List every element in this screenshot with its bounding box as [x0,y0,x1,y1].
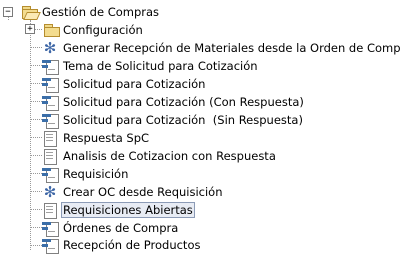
tree-node-label: Requisición [63,167,129,181]
form-icon [42,95,59,111]
document-icon [42,203,58,219]
tree-node-label: Tema de Solicitud para Cotización [63,59,258,73]
tree-node-label: Solicitud para Cotización (Sin Respuesta… [63,113,303,127]
tree-node-label: Configuración [63,23,143,37]
folder-open-icon [22,6,41,20]
tree-node-respuesta-spc[interactable]: Respuesta SpC [0,129,400,147]
tree-node-label: Gestión de Compras [42,5,160,19]
tree-node-label: Generar Recepción de Materiales desde la… [63,41,400,55]
tree-node-tema-solicitud[interactable]: Tema de Solicitud para Cotización [0,57,400,75]
tree-node-label: Requisiciones Abiertas [61,202,195,218]
form-icon [42,59,59,75]
folder-icon [44,24,60,37]
tree-node-label: Solicitud para Cotización (Con Respuesta… [63,95,304,109]
tree-node-requisiciones-abiertas[interactable]: Requisiciones Abiertas [0,201,400,219]
document-icon [42,131,58,147]
tree-node-configuracion[interactable]: + Configuración [0,21,400,39]
tree-node-recepcion-productos[interactable]: Recepción de Productos [0,236,400,254]
form-icon [42,113,59,129]
expand-toggle[interactable]: + [25,24,35,34]
tree-node-crear-oc[interactable]: ✻ Crear OC desde Requisición [0,183,400,201]
tree-node-solicitud-cotizacion[interactable]: Solicitud para Cotización [0,75,400,93]
tree-node-solicitud-sin-respuesta[interactable]: Solicitud para Cotización (Sin Respuesta… [0,111,400,129]
document-icon [42,149,58,165]
gear-icon: ✻ [43,39,57,57]
tree-node-gestion-de-compras[interactable]: − Gestión de Compras [0,3,400,21]
tree-node-label: Crear OC desde Requisición [63,185,223,199]
tree-node-label: Analisis de Cotizacion con Respuesta [63,149,276,163]
collapse-toggle[interactable]: − [3,7,13,17]
tree-node-requisicion[interactable]: Requisición [0,165,400,183]
form-icon [42,77,59,93]
tree-node-label: Solicitud para Cotización [63,77,206,91]
form-icon [42,167,59,183]
tree-node-label: Respuesta SpC [63,131,150,145]
tree-node-label: Órdenes de Compra [63,221,179,235]
tree-node-solicitud-con-respuesta[interactable]: Solicitud para Cotización (Con Respuesta… [0,93,400,111]
tree-node-generar-recepcion[interactable]: ✻ Generar Recepción de Materiales desde … [0,39,400,57]
menu-tree: − Gestión de Compras + Configuración ✻ G… [0,0,400,254]
tree-node-ordenes-compra[interactable]: Órdenes de Compra [0,219,400,237]
form-icon [42,221,59,237]
gear-icon: ✻ [43,183,57,201]
tree-node-analisis-cotizacion[interactable]: Analisis de Cotizacion con Respuesta [0,147,400,165]
